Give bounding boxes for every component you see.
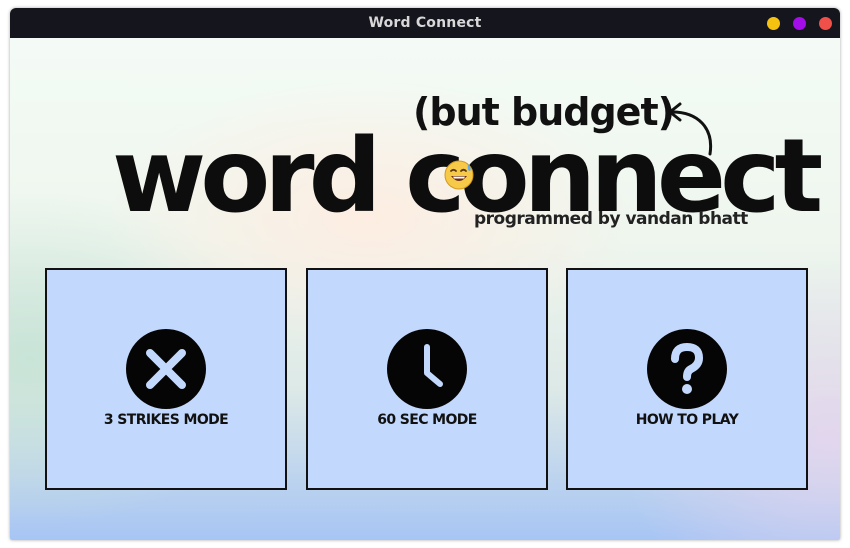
window-title: Word Connect: [368, 15, 482, 31]
title-bar[interactable]: Word Connect: [10, 8, 840, 38]
close-button[interactable]: [819, 17, 832, 30]
sweat-smile-emoji-icon: [444, 160, 474, 190]
maximize-button[interactable]: [793, 17, 806, 30]
credit-line: programmed by vandan bhatt: [474, 209, 748, 229]
minimize-button[interactable]: [767, 17, 780, 30]
clock-icon: [387, 329, 467, 409]
how-to-play-label: HOW TO PLAY: [635, 412, 739, 428]
app-window: Word Connect (but budget) word connect p…: [10, 8, 840, 540]
three-strikes-mode-label: 3 STRIKES MODE: [103, 412, 229, 428]
question-icon: [647, 329, 727, 409]
x-icon: [126, 329, 206, 409]
hero-banner: (but budget) word connect programmed by …: [10, 38, 840, 268]
sixty-sec-mode-label: 60 SEC MODE: [377, 412, 477, 428]
how-to-play-button[interactable]: HOW TO PLAY: [566, 268, 808, 490]
main-content: (but budget) word connect programmed by …: [10, 38, 840, 540]
sixty-sec-mode-button[interactable]: 60 SEC MODE: [306, 268, 548, 490]
three-strikes-mode-button[interactable]: 3 STRIKES MODE: [45, 268, 287, 490]
